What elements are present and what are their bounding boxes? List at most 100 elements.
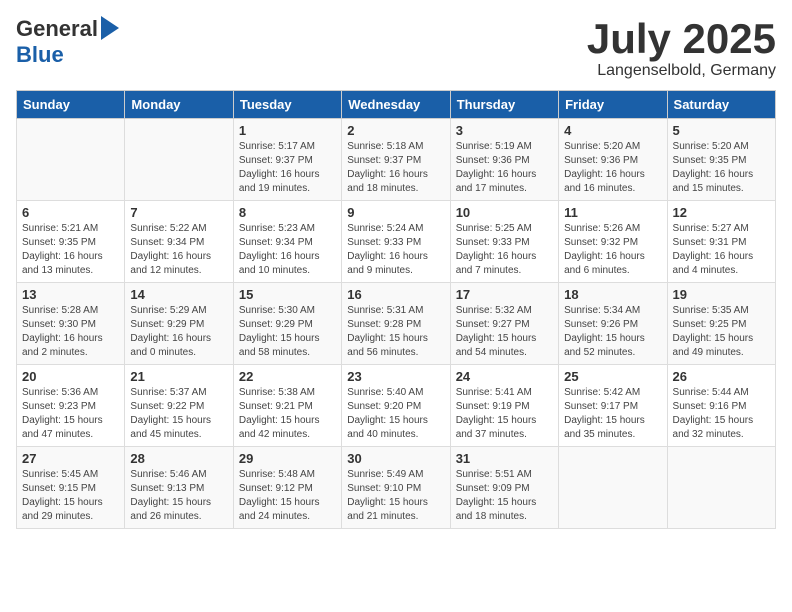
calendar-cell: 7 Sunrise: 5:22 AM Sunset: 9:34 PM Daylig…: [125, 201, 233, 283]
day-number: 15: [239, 287, 336, 302]
logo-blue-text: Blue: [16, 42, 64, 68]
day-number: 2: [347, 123, 444, 138]
cell-info: Sunrise: 5:51 AM Sunset: 9:09 PM Dayligh…: [456, 468, 553, 524]
cell-info: Sunrise: 5:25 AM Sunset: 9:33 PM Dayligh…: [456, 222, 553, 278]
calendar-week-row: 20 Sunrise: 5:36 AM Sunset: 9:23 PM Dayli…: [17, 365, 776, 447]
cell-info: Sunrise: 5:46 AM Sunset: 9:13 PM Dayligh…: [130, 468, 227, 524]
cell-info: Sunrise: 5:41 AM Sunset: 9:19 PM Dayligh…: [456, 386, 553, 442]
day-number: 6: [22, 205, 119, 220]
cell-info: Sunrise: 5:45 AM Sunset: 9:15 PM Dayligh…: [22, 468, 119, 524]
calendar-cell: 4Sunrise: 5:20 AM Sunset: 9:36 PM Daylig…: [559, 119, 667, 201]
cell-info: Sunrise: 5:49 AM Sunset: 9:10 PM Dayligh…: [347, 468, 444, 524]
cell-info: Sunrise: 5:32 AM Sunset: 9:27 PM Dayligh…: [456, 304, 553, 360]
title-block: July 2025 Langenselbold, Germany: [587, 16, 776, 80]
calendar-cell: 18 Sunrise: 5:34 AM Sunset: 9:26 PM Dayli…: [559, 283, 667, 365]
day-number: 7: [130, 205, 227, 220]
calendar-week-row: 27Sunrise: 5:45 AM Sunset: 9:15 PM Dayli…: [17, 447, 776, 529]
day-number: 30: [347, 451, 444, 466]
calendar-cell: 29 Sunrise: 5:48 AM Sunset: 9:12 PM Dayli…: [233, 447, 341, 529]
cell-info: Sunrise: 5:29 AM Sunset: 9:29 PM Dayligh…: [130, 304, 227, 360]
day-number: 28: [130, 451, 227, 466]
calendar-cell: 2Sunrise: 5:18 AM Sunset: 9:37 PM Daylig…: [342, 119, 450, 201]
day-number: 22: [239, 369, 336, 384]
calendar-cell: 25 Sunrise: 5:42 AM Sunset: 9:17 PM Dayli…: [559, 365, 667, 447]
calendar-cell: 19 Sunrise: 5:35 AM Sunset: 9:25 PM Dayli…: [667, 283, 775, 365]
calendar-cell: 15 Sunrise: 5:30 AM Sunset: 9:29 PM Dayli…: [233, 283, 341, 365]
day-number: 3: [456, 123, 553, 138]
calendar-cell: 16Sunrise: 5:31 AM Sunset: 9:28 PM Dayli…: [342, 283, 450, 365]
cell-info: Sunrise: 5:26 AM Sunset: 9:32 PM Dayligh…: [564, 222, 661, 278]
cell-info: Sunrise: 5:24 AM Sunset: 9:33 PM Dayligh…: [347, 222, 444, 278]
calendar-cell: 12Sunrise: 5:27 AM Sunset: 9:31 PM Dayli…: [667, 201, 775, 283]
calendar-cell: 23 Sunrise: 5:40 AM Sunset: 9:20 PM Dayli…: [342, 365, 450, 447]
cell-info: Sunrise: 5:17 AM Sunset: 9:37 PM Dayligh…: [239, 140, 336, 196]
day-number: 9: [347, 205, 444, 220]
day-number: 18: [564, 287, 661, 302]
calendar-cell: 24 Sunrise: 5:41 AM Sunset: 9:19 PM Dayli…: [450, 365, 558, 447]
cell-info: Sunrise: 5:30 AM Sunset: 9:29 PM Dayligh…: [239, 304, 336, 360]
day-number: 12: [673, 205, 770, 220]
cell-info: Sunrise: 5:44 AM Sunset: 9:16 PM Dayligh…: [673, 386, 770, 442]
day-number: 29: [239, 451, 336, 466]
day-number: 31: [456, 451, 553, 466]
day-number: 19: [673, 287, 770, 302]
cell-info: Sunrise: 5:34 AM Sunset: 9:26 PM Dayligh…: [564, 304, 661, 360]
cell-info: Sunrise: 5:36 AM Sunset: 9:23 PM Dayligh…: [22, 386, 119, 442]
calendar-cell: 28 Sunrise: 5:46 AM Sunset: 9:13 PM Dayli…: [125, 447, 233, 529]
calendar-cell: 30 Sunrise: 5:49 AM Sunset: 9:10 PM Dayli…: [342, 447, 450, 529]
cell-info: Sunrise: 5:35 AM Sunset: 9:25 PM Dayligh…: [673, 304, 770, 360]
cell-info: Sunrise: 5:40 AM Sunset: 9:20 PM Dayligh…: [347, 386, 444, 442]
cell-info: Sunrise: 5:48 AM Sunset: 9:12 PM Dayligh…: [239, 468, 336, 524]
calendar-cell: 11 Sunrise: 5:26 AM Sunset: 9:32 PM Dayli…: [559, 201, 667, 283]
day-number: 24: [456, 369, 553, 384]
calendar-cell: 10 Sunrise: 5:25 AM Sunset: 9:33 PM Dayli…: [450, 201, 558, 283]
day-number: 5: [673, 123, 770, 138]
calendar-week-row: 6 Sunrise: 5:21 AM Sunset: 9:35 PM Daylig…: [17, 201, 776, 283]
day-number: 17: [456, 287, 553, 302]
page-header: General Blue July 2025 Langenselbold, Ge…: [16, 16, 776, 80]
day-number: 10: [456, 205, 553, 220]
weekday-header-sunday: Sunday: [17, 91, 125, 119]
calendar-cell: [17, 119, 125, 201]
cell-info: Sunrise: 5:42 AM Sunset: 9:17 PM Dayligh…: [564, 386, 661, 442]
calendar-cell: 8 Sunrise: 5:23 AM Sunset: 9:34 PM Daylig…: [233, 201, 341, 283]
cell-info: Sunrise: 5:23 AM Sunset: 9:34 PM Dayligh…: [239, 222, 336, 278]
location-text: Langenselbold, Germany: [587, 62, 776, 80]
cell-info: Sunrise: 5:38 AM Sunset: 9:21 PM Dayligh…: [239, 386, 336, 442]
cell-info: Sunrise: 5:21 AM Sunset: 9:35 PM Dayligh…: [22, 222, 119, 278]
day-number: 20: [22, 369, 119, 384]
calendar-cell: 21Sunrise: 5:37 AM Sunset: 9:22 PM Dayli…: [125, 365, 233, 447]
calendar-week-row: 1 Sunrise: 5:17 AM Sunset: 9:37 PM Daylig…: [17, 119, 776, 201]
logo-general-text: General: [16, 16, 98, 42]
calendar-cell: 1 Sunrise: 5:17 AM Sunset: 9:37 PM Daylig…: [233, 119, 341, 201]
day-number: 8: [239, 205, 336, 220]
month-title: July 2025: [587, 16, 776, 62]
weekday-header-thursday: Thursday: [450, 91, 558, 119]
calendar-cell: 20 Sunrise: 5:36 AM Sunset: 9:23 PM Dayli…: [17, 365, 125, 447]
day-number: 23: [347, 369, 444, 384]
cell-info: Sunrise: 5:22 AM Sunset: 9:34 PM Dayligh…: [130, 222, 227, 278]
calendar-cell: 14 Sunrise: 5:29 AM Sunset: 9:29 PM Dayli…: [125, 283, 233, 365]
calendar-cell: 17 Sunrise: 5:32 AM Sunset: 9:27 PM Dayli…: [450, 283, 558, 365]
day-number: 25: [564, 369, 661, 384]
calendar-cell: [125, 119, 233, 201]
cell-info: Sunrise: 5:28 AM Sunset: 9:30 PM Dayligh…: [22, 304, 119, 360]
calendar-cell: 13 Sunrise: 5:28 AM Sunset: 9:30 PM Dayli…: [17, 283, 125, 365]
weekday-header-tuesday: Tuesday: [233, 91, 341, 119]
calendar-cell: 26Sunrise: 5:44 AM Sunset: 9:16 PM Dayli…: [667, 365, 775, 447]
weekday-header-wednesday: Wednesday: [342, 91, 450, 119]
logo: General Blue: [16, 16, 119, 68]
day-number: 11: [564, 205, 661, 220]
day-number: 13: [22, 287, 119, 302]
calendar-table: SundayMondayTuesdayWednesdayThursdayFrid…: [16, 90, 776, 529]
weekday-header-row: SundayMondayTuesdayWednesdayThursdayFrid…: [17, 91, 776, 119]
cell-info: Sunrise: 5:37 AM Sunset: 9:22 PM Dayligh…: [130, 386, 227, 442]
calendar-cell: 9 Sunrise: 5:24 AM Sunset: 9:33 PM Daylig…: [342, 201, 450, 283]
day-number: 1: [239, 123, 336, 138]
weekday-header-saturday: Saturday: [667, 91, 775, 119]
day-number: 14: [130, 287, 227, 302]
calendar-cell: [559, 447, 667, 529]
calendar-cell: 31 Sunrise: 5:51 AM Sunset: 9:09 PM Dayli…: [450, 447, 558, 529]
logo-arrow-icon: [101, 16, 119, 40]
weekday-header-monday: Monday: [125, 91, 233, 119]
